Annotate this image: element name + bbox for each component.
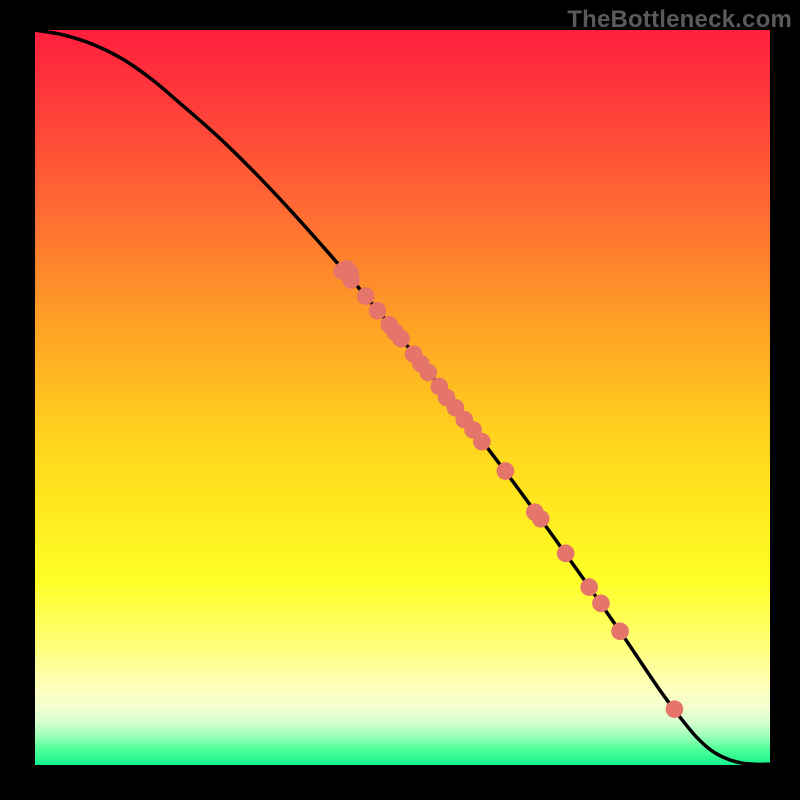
data-point [557, 545, 575, 563]
data-point [392, 330, 410, 348]
data-point [473, 433, 491, 451]
data-point [532, 510, 550, 528]
data-point [611, 622, 629, 640]
data-point [342, 271, 360, 289]
data-point [497, 462, 515, 480]
chart-overlay [35, 30, 770, 765]
chart-stage: TheBottleneck.com [0, 0, 800, 800]
bottleneck-curve [35, 30, 770, 764]
data-point [357, 287, 375, 305]
watermark-label: TheBottleneck.com [567, 6, 792, 34]
data-point [592, 594, 610, 612]
data-point [369, 302, 387, 320]
data-point [580, 578, 598, 596]
data-point [419, 364, 437, 382]
data-point [666, 700, 684, 718]
